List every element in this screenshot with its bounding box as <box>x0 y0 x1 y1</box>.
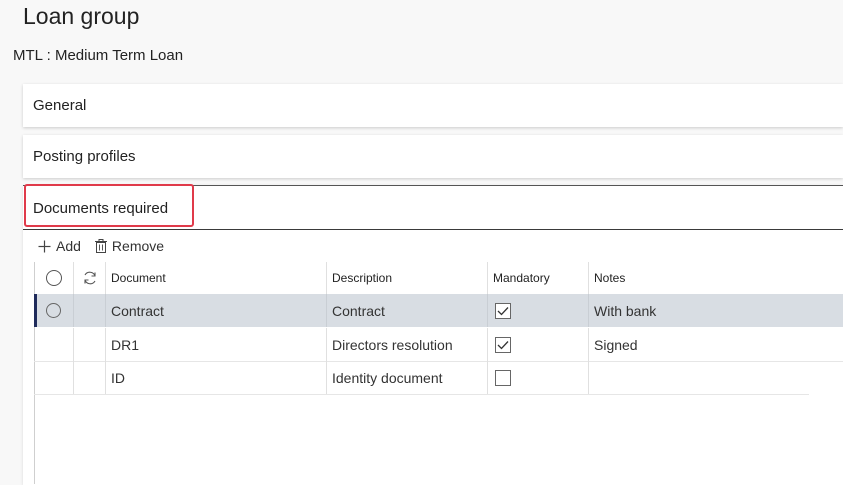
cell-description[interactable]: Contract <box>327 294 488 327</box>
checkmark-icon <box>497 306 509 315</box>
select-all-circle-icon[interactable] <box>45 270 62 286</box>
remove-button-label: Remove <box>111 238 165 254</box>
record-subtitle: MTL : Medium Term Loan <box>13 47 184 64</box>
refresh-cell[interactable] <box>74 262 106 294</box>
checkmark-icon <box>497 340 509 349</box>
cell-notes[interactable]: With bank <box>589 294 843 327</box>
grid-toolbar: Add Remove <box>38 236 164 256</box>
plus-icon <box>38 240 51 252</box>
row-select-cell[interactable] <box>34 294 74 327</box>
section-posting-profiles[interactable]: Posting profiles <box>23 135 843 178</box>
cell-document[interactable]: Contract <box>106 294 327 327</box>
mandatory-checkbox[interactable] <box>495 302 511 319</box>
mandatory-checkbox[interactable] <box>495 336 511 353</box>
section-posting-profiles-label: Posting profiles <box>33 148 136 165</box>
column-header-description[interactable]: Description <box>327 262 488 294</box>
cell-document[interactable]: DR1 <box>106 328 327 361</box>
section-general-label: General <box>33 97 87 114</box>
table-row[interactable]: ID Identity document <box>34 361 809 395</box>
remove-button[interactable]: Remove <box>94 238 165 254</box>
row-select-cell[interactable] <box>34 328 74 361</box>
page-title: Loan group <box>23 3 140 29</box>
cell-description[interactable]: Directors resolution <box>327 328 488 361</box>
add-button-label: Add <box>56 238 81 254</box>
row-spacer-cell <box>74 328 106 361</box>
refresh-icon[interactable] <box>82 270 98 286</box>
cell-mandatory <box>488 361 589 394</box>
cell-mandatory <box>488 294 589 327</box>
row-select-cell[interactable] <box>34 361 74 394</box>
column-header-notes[interactable]: Notes <box>589 262 843 294</box>
mandatory-checkbox[interactable] <box>495 369 511 386</box>
trash-icon <box>94 239 107 253</box>
cell-notes[interactable]: Signed <box>589 328 843 361</box>
cell-description[interactable]: Identity document <box>327 361 488 394</box>
row-select-circle-icon[interactable] <box>46 303 61 318</box>
row-spacer-cell <box>74 361 106 394</box>
add-button[interactable]: Add <box>38 238 81 254</box>
table-row[interactable]: DR1 Directors resolution Signed <box>34 328 843 362</box>
row-spacer-cell <box>74 294 106 327</box>
column-header-mandatory[interactable]: Mandatory <box>488 262 589 294</box>
table-row[interactable]: Contract Contract With bank <box>34 294 843 327</box>
documents-grid: Document Description Mandatory Notes Con… <box>34 262 843 484</box>
select-all-cell[interactable] <box>34 262 74 294</box>
cell-notes[interactable] <box>589 361 809 394</box>
cell-document[interactable]: ID <box>106 361 327 394</box>
column-header-document[interactable]: Document <box>106 262 327 294</box>
cell-mandatory <box>488 328 589 361</box>
grid-header-row: Document Description Mandatory Notes <box>34 262 843 295</box>
highlight-box <box>24 184 194 227</box>
section-general[interactable]: General <box>23 84 843 127</box>
